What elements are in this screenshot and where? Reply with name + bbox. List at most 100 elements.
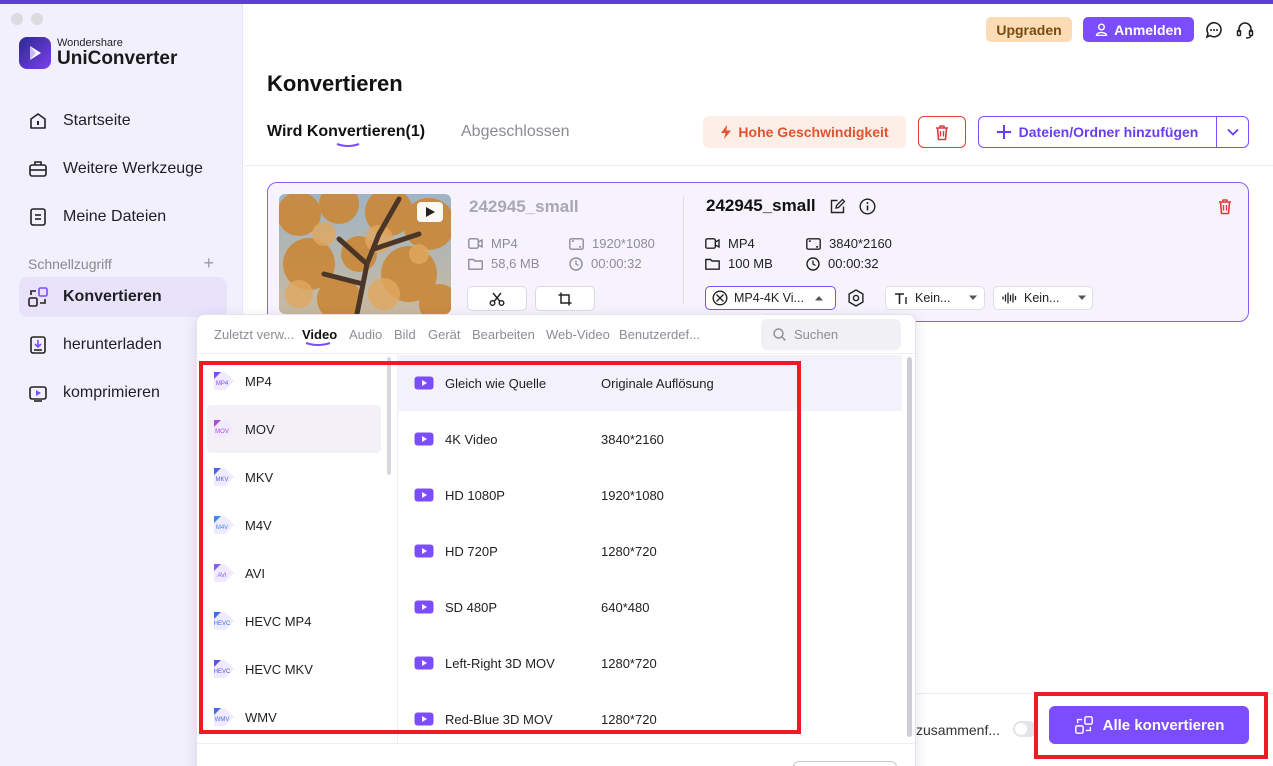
preset-name: 4K Video (445, 431, 498, 447)
delete-all-button[interactable] (918, 116, 966, 148)
feedback-icon[interactable] (1203, 19, 1225, 41)
format-item-label: MP4 (245, 373, 272, 389)
info-icon[interactable] (858, 197, 876, 215)
add-files-button[interactable]: Dateien/Ordner hinzufügen (978, 116, 1249, 148)
format-item-mov[interactable]: MOV MOV (207, 405, 381, 453)
format-item-m4v[interactable]: M4V M4V (207, 501, 381, 549)
upgrade-button[interactable]: Upgraden (986, 17, 1072, 42)
svg-text:WMV: WMV (215, 717, 230, 723)
format-item-label: MOV (245, 421, 275, 437)
audio-track-value: Kein... (1024, 291, 1060, 305)
format-item-label: MKV (245, 469, 274, 485)
video-preset-icon (414, 656, 434, 670)
format-item-wmv[interactable]: WMV WMV (207, 693, 381, 741)
preset-row[interactable]: HD 720P 1280*720 (397, 523, 902, 579)
preset-resolution: 1920*1080 (601, 487, 664, 503)
crop-icon (558, 292, 572, 305)
format-item-avi[interactable]: AVI AVI (207, 549, 381, 597)
source-file-name: 242945_small (469, 197, 579, 216)
resolution-icon (569, 237, 584, 250)
output-format-value: MP4-4K Vi... (734, 291, 804, 305)
edit-name-icon[interactable] (829, 197, 847, 215)
add-quick-access-icon[interactable]: + (203, 254, 214, 272)
panel-tab-device[interactable]: Gerät (428, 327, 461, 342)
convert-all-button[interactable]: Alle konvertieren (1049, 706, 1249, 744)
panel-tab-web-video[interactable]: Web-Video (546, 327, 610, 342)
preset-name: Gleich wie Quelle (445, 375, 547, 391)
preset-row[interactable]: Gleich wie Quelle Originale Auflösung (397, 355, 902, 411)
format-item-mkv[interactable]: MKV MKV (207, 453, 381, 501)
target-file-name: 242945_small (706, 196, 816, 215)
high-speed-button[interactable]: Hohe Geschwindigkeit (703, 116, 906, 148)
home-icon (27, 110, 49, 132)
audio-wave-icon (1002, 292, 1017, 304)
uniconverter-logo-icon (19, 37, 51, 69)
audio-track-select[interactable]: Kein... (993, 286, 1093, 310)
sidebar-item-startseite[interactable]: Startseite (19, 101, 227, 141)
format-item-hevc-mp4[interactable]: HEVC HEVC MP4 (207, 597, 381, 645)
search-placeholder: Suchen (794, 327, 839, 342)
tab-abgeschlossen[interactable]: Abgeschlossen (461, 123, 570, 141)
preset-row[interactable]: HD 1080P 1920*1080 (397, 467, 902, 523)
settings-gear-button[interactable] (845, 287, 867, 309)
delete-file-icon[interactable] (1216, 197, 1234, 215)
format-item-hevc-mkv[interactable]: HEVC HEVC MKV (207, 645, 381, 693)
format-search-input[interactable]: Suchen (761, 319, 901, 350)
sidebar-item-weitere-werkzeuge[interactable]: Weitere Werkzeuge (19, 149, 227, 189)
lightning-icon (721, 125, 732, 139)
panel-tab-audio[interactable]: Audio (349, 327, 382, 342)
add-files-main[interactable]: Dateien/Ordner hinzufügen (979, 117, 1217, 147)
convert-icon (27, 286, 49, 308)
svg-text:HEVC: HEVC (214, 669, 231, 675)
card-divider (683, 196, 684, 304)
format-list-scrollbar[interactable] (387, 357, 391, 475)
target-format: MP4 (705, 236, 755, 251)
trash-icon (936, 124, 948, 140)
convert-all-label: Alle konvertieren (1102, 716, 1225, 734)
video-thumbnail[interactable] (279, 194, 451, 314)
preset-resolution: 3840*2160 (601, 431, 664, 447)
preset-row[interactable]: Left-Right 3D MOV 1280*720 (397, 635, 902, 691)
add-files-dropdown[interactable] (1217, 117, 1248, 147)
preset-row[interactable]: 4K Video 3840*2160 (397, 411, 902, 467)
panel-tab-video[interactable]: Video (302, 327, 337, 342)
clock-icon (806, 256, 820, 271)
video-preset-icon (414, 488, 434, 502)
panel-header-divider (197, 353, 915, 354)
trim-button[interactable] (467, 286, 527, 311)
format-item-label: M4V (245, 517, 272, 533)
brand-product: UniConverter (57, 48, 178, 69)
preset-row[interactable]: SD 480P 640*480 (397, 579, 902, 635)
preset-name: HD 1080P (445, 487, 505, 503)
sidebar-item-konvertieren[interactable]: Konvertieren (19, 277, 227, 317)
panel-footer-button[interactable] (793, 761, 897, 766)
close-window-button[interactable] (11, 13, 23, 25)
sidebar-item-meine-dateien[interactable]: Meine Dateien (19, 197, 227, 237)
tab-wird-konvertieren[interactable]: Wird Konvertieren(1) (267, 123, 425, 141)
preset-resolution: 1280*720 (601, 543, 657, 559)
compress-icon (27, 382, 49, 404)
preset-row[interactable]: Red-Blue 3D MOV 1280*720 (397, 691, 902, 747)
output-format-select[interactable]: MP4-4K Vi... (705, 286, 836, 310)
panel-tab-recent[interactable]: Zuletzt verw... (214, 327, 294, 342)
subtitle-select[interactable]: Kein... (885, 286, 985, 310)
preset-resolution: 640*480 (601, 599, 650, 615)
preset-list-scrollbar[interactable] (907, 357, 912, 737)
chevron-down-icon (1078, 295, 1087, 300)
source-duration: 00:00:32 (569, 256, 642, 271)
panel-tab-edit[interactable]: Bearbeiten (472, 327, 535, 342)
video-camera-icon (705, 238, 720, 249)
source-size: 58,6 MB (468, 256, 539, 271)
panel-tab-custom[interactable]: Benutzerdef... (619, 327, 700, 342)
support-headset-icon[interactable] (1234, 19, 1256, 41)
format-badge-icon: HEVC (213, 611, 235, 631)
panel-tab-image[interactable]: Bild (394, 327, 416, 342)
merge-files-toggle[interactable] (1013, 721, 1037, 737)
login-button[interactable]: Anmelden (1083, 17, 1194, 42)
crop-button[interactable] (535, 286, 595, 311)
panel-active-tab-indicator (305, 342, 331, 346)
minimize-window-button[interactable] (31, 13, 43, 25)
format-item-label: HEVC MKV (245, 661, 313, 677)
format-item-mp4[interactable]: MP4 MP4 (207, 357, 381, 405)
sidebar-item-label: Startseite (63, 112, 131, 129)
